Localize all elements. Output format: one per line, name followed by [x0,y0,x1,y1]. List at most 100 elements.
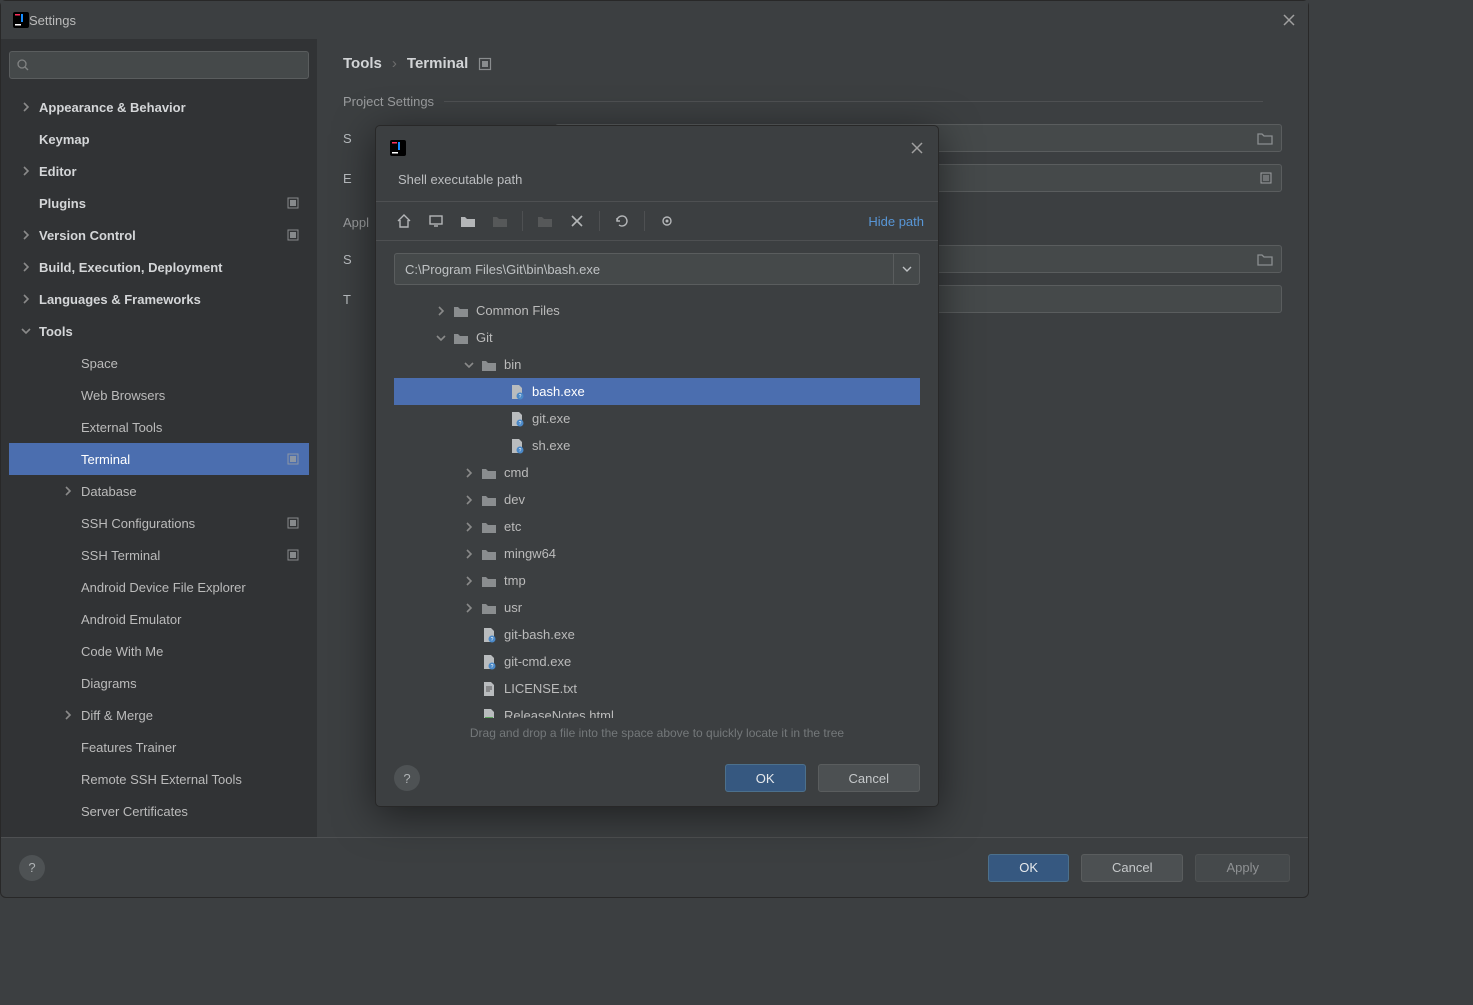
sidebar-item-version-control[interactable]: Version Control [9,219,309,251]
exe-icon: ? [508,384,526,400]
app-icon [390,140,406,156]
file-tree-item[interactable]: cmd [394,459,920,486]
folder-icon [480,574,498,588]
sidebar-item-label: Plugins [39,196,86,211]
chevron-right-icon [462,576,476,586]
dialog-subtitle: Shell executable path [376,170,938,201]
svg-text:?: ? [519,394,522,400]
file-tree-item[interactable]: tmp [394,567,920,594]
sidebar-item-plugins[interactable]: Plugins [9,187,309,219]
hide-path-link[interactable]: Hide path [868,214,924,229]
file-tree-item[interactable]: HReleaseNotes.html [394,702,920,718]
sidebar-item-label: Build, Execution, Deployment [39,260,222,275]
sidebar-item-editor[interactable]: Editor [9,155,309,187]
project-button[interactable] [454,207,482,235]
sidebar-item-android-emulator[interactable]: Android Emulator [9,603,309,635]
sidebar-item-ssh-terminal[interactable]: SSH Terminal [9,539,309,571]
breadcrumb: Tools › Terminal [343,55,1282,72]
exe-icon: ? [480,654,498,670]
show-hidden-button[interactable] [653,207,681,235]
cancel-button[interactable]: Cancel [1081,854,1183,882]
file-tree[interactable]: Common Files Git bin?bash.exe?git.exe?sh.e… [394,297,920,718]
sidebar-item-tools[interactable]: Tools [9,315,309,347]
sidebar-item-label: Editor [39,164,77,179]
file-tree-item[interactable]: etc [394,513,920,540]
sidebar-item-space[interactable]: Space [9,347,309,379]
sidebar-item-ssh-configurations[interactable]: SSH Configurations [9,507,309,539]
dialog-ok-button[interactable]: OK [725,764,806,792]
file-tree-item[interactable]: usr [394,594,920,621]
folder-icon [480,601,498,615]
sidebar-item-terminal[interactable]: Terminal [9,443,309,475]
dialog-close-button[interactable] [910,141,924,155]
new-folder-button [531,207,559,235]
file-tree-item[interactable]: ?git.exe [394,405,920,432]
apply-button[interactable]: Apply [1195,854,1290,882]
sidebar-item-diagrams[interactable]: Diagrams [9,667,309,699]
sidebar-item-remote-ssh-external-tools[interactable]: Remote SSH External Tools [9,763,309,795]
dialog-cancel-button[interactable]: Cancel [818,764,920,792]
sidebar: Appearance & BehaviorKeymap Editor Plugins… [1,39,317,837]
file-tree-item-label: LICENSE.txt [504,681,577,696]
file-tree-item[interactable]: ?bash.exe [394,378,920,405]
help-button[interactable]: ? [19,855,45,881]
sidebar-item-keymap[interactable]: Keymap [9,123,309,155]
folder-icon [480,466,498,480]
file-tree-item[interactable]: ?git-bash.exe [394,621,920,648]
file-tree-item-label: mingw64 [504,546,556,561]
file-tree-item[interactable]: ? git-cmd.exe [394,648,920,675]
titlebar: Settings [1,1,1308,39]
project-scope-icon [287,197,299,209]
svg-text:?: ? [519,448,522,454]
refresh-button[interactable] [608,207,636,235]
chevron-right-icon [61,710,75,720]
sidebar-item-web-browsers[interactable]: Web Browsers [9,379,309,411]
sidebar-item-label: Terminal [81,452,130,467]
exe-icon: ? [480,627,498,643]
file-tree-item[interactable]: ?sh.exe [394,432,920,459]
file-tree-item[interactable]: dev [394,486,920,513]
sidebar-item-database[interactable]: Database [9,475,309,507]
file-tree-item[interactable]: mingw64 [394,540,920,567]
sidebar-item-code-with-me[interactable]: Code With Me [9,635,309,667]
home-button[interactable] [390,207,418,235]
module-button [486,207,514,235]
desktop-button[interactable] [422,207,450,235]
sidebar-item-server-certificates[interactable]: Server Certificates [9,795,309,827]
folder-icon [452,304,470,318]
file-tree-item-label: ReleaseNotes.html [504,708,614,718]
sidebar-item-appearance-behavior[interactable]: Appearance & Behavior [9,91,309,123]
file-tree-item-label: git-cmd.exe [504,654,571,669]
folder-icon [1257,131,1273,145]
sidebar-item-label: Space [81,356,118,371]
file-tree-item[interactable]: Git [394,324,920,351]
svg-text:?: ? [491,664,494,670]
sidebar-item-languages-frameworks[interactable]: Languages & Frameworks [9,283,309,315]
chevron-down-icon [434,333,448,343]
dialog-help-button[interactable]: ? [394,765,420,791]
file-tree-item-label: Git [476,330,493,345]
sidebar-item-features-trainer[interactable]: Features Trainer [9,731,309,763]
file-tree-item[interactable]: bin [394,351,920,378]
folder-icon [480,358,498,372]
ok-button[interactable]: OK [988,854,1069,882]
sidebar-item-label: Features Trainer [81,740,176,755]
sidebar-item-label: Server Certificates [81,804,188,819]
path-input[interactable]: C:\Program Files\Git\bin\bash.exe [394,253,920,285]
file-tree-item[interactable]: LICENSE.txt [394,675,920,702]
window-close-button[interactable] [1282,13,1296,27]
sidebar-item-android-device-file-explorer[interactable]: Android Device File Explorer [9,571,309,603]
breadcrumb-parent[interactable]: Tools [343,55,382,72]
app-icon [13,12,29,28]
folder-icon [1257,252,1273,266]
sidebar-item-build-execution-deployment[interactable]: Build, Execution, Deployment [9,251,309,283]
chevron-right-icon [19,294,33,304]
sidebar-item-external-tools[interactable]: External Tools [9,411,309,443]
search-input[interactable] [9,51,309,79]
file-tree-item[interactable]: Common Files [394,297,920,324]
delete-button[interactable] [563,207,591,235]
sidebar-item-diff-merge[interactable]: Diff & Merge [9,699,309,731]
chevron-right-icon [462,468,476,478]
path-dropdown-button[interactable] [893,254,919,284]
chevron-right-icon [19,262,33,272]
